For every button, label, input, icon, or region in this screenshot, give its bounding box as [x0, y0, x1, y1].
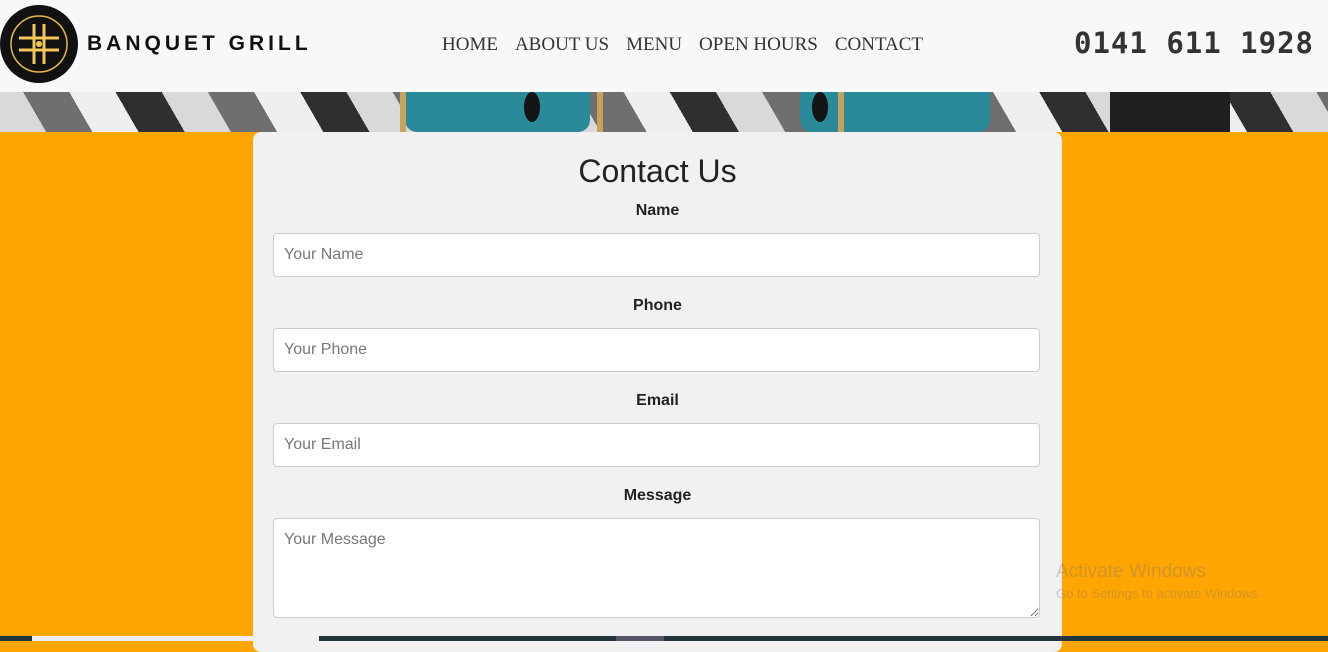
nav-about-us[interactable]: ABOUT US — [515, 33, 609, 57]
bottom-edge-segment — [616, 636, 664, 641]
chair-leg — [597, 92, 603, 132]
chair-knob — [812, 92, 828, 122]
email-label: Email — [636, 392, 679, 409]
phone-label: Phone — [633, 297, 682, 314]
chair-leg — [838, 92, 844, 132]
brand-name[interactable]: BANQUET GRILL — [87, 32, 312, 56]
contact-title: Contact Us — [578, 153, 737, 189]
phone-number[interactable]: 0141 611 1928 — [1074, 26, 1314, 60]
chair-leg — [400, 92, 406, 132]
logo[interactable] — [0, 5, 78, 83]
nav-menu[interactable]: MENU — [626, 33, 682, 57]
message-label: Message — [623, 487, 692, 504]
contact-form-card: Contact Us Name Phone Email Message — [253, 132, 1062, 652]
email-input[interactable] — [273, 423, 1040, 467]
phone-input[interactable] — [273, 328, 1040, 372]
nav-contact[interactable]: CONTACT — [835, 33, 923, 57]
chair-knob — [524, 92, 540, 122]
message-textarea[interactable] — [273, 518, 1040, 618]
activate-windows-title: Activate Windows — [1056, 561, 1206, 582]
activate-windows-subtitle: Go to Settings to activate Windows. — [1056, 586, 1262, 601]
bottom-edge-segment — [32, 636, 319, 641]
hero-image-strip — [0, 92, 1328, 132]
fork-knife-logo-icon[interactable] — [0, 5, 78, 83]
hero-dark-area — [1110, 92, 1230, 132]
site-header: BANQUET GRILL HOME ABOUT US MENU OPEN HO… — [0, 0, 1328, 92]
name-label: Name — [635, 202, 680, 219]
name-input[interactable] — [273, 233, 1040, 277]
main-nav: HOME ABOUT US MENU OPEN HOURS CONTACT — [442, 33, 940, 57]
chair-image — [800, 92, 990, 132]
nav-home[interactable]: HOME — [442, 33, 498, 57]
chair-image — [405, 92, 590, 132]
nav-open-hours[interactable]: OPEN HOURS — [699, 33, 818, 57]
